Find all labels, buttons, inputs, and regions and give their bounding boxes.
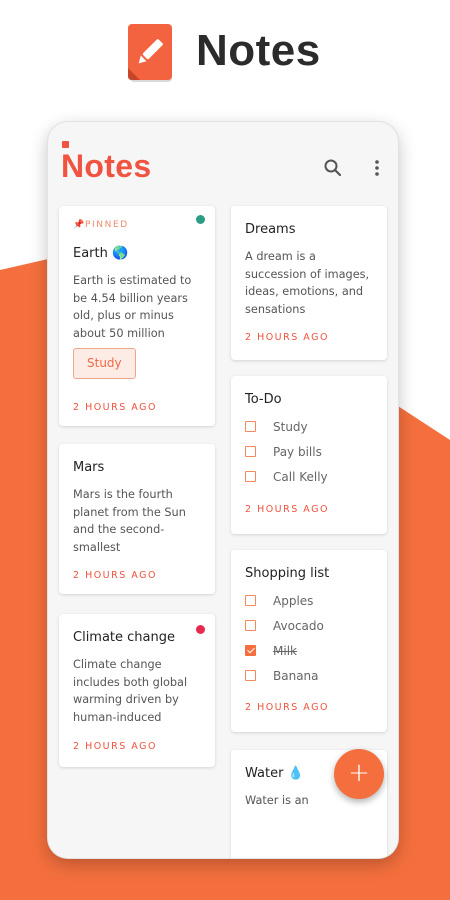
checkbox[interactable] <box>245 670 256 681</box>
note-title: Climate change <box>73 630 176 645</box>
note-title: Earth 🌎 <box>73 246 129 261</box>
checklist-item-label: Apples <box>273 593 314 608</box>
notes-app-logo-icon <box>128 24 172 82</box>
note-title: Shopping list <box>245 566 330 581</box>
note-card-climate-change[interactable]: Climate change Climate change includes b… <box>59 614 215 767</box>
checklist-item[interactable]: Study <box>245 414 328 439</box>
note-card-dreams[interactable]: Dreams A dream is a succession of images… <box>231 206 387 360</box>
brand-first-letter: N <box>61 141 85 184</box>
label-tag[interactable]: Study <box>73 348 136 379</box>
note-body: Earth is estimated to be 4.54 billion ye… <box>73 274 192 340</box>
note-time: 2 HOURS AGO <box>245 504 329 515</box>
search-icon[interactable] <box>321 156 345 180</box>
checkbox-checked[interactable] <box>245 645 256 656</box>
checkbox[interactable] <box>245 421 256 432</box>
note-body: Mars is the fourth planet from the Sun a… <box>73 488 186 554</box>
checkbox[interactable] <box>245 471 256 482</box>
checklist-item[interactable]: Pay bills <box>245 439 328 464</box>
checklist-item-label: Call Kelly <box>273 469 328 484</box>
checklist: Apples Avocado Milk Banana <box>245 588 324 688</box>
note-title: To-Do <box>245 392 282 407</box>
note-card-mars[interactable]: Mars Mars is the fourth planet from the … <box>59 444 215 594</box>
pinned-row: 📌PINNED <box>73 220 129 230</box>
checklist-item-label: Pay bills <box>273 444 322 459</box>
app-title: Notes <box>196 26 321 75</box>
checklist-item-label: Study <box>273 419 308 434</box>
checkbox[interactable] <box>245 620 256 631</box>
note-time: 2 HOURS AGO <box>245 702 329 713</box>
note-body: A dream is a succession of images, ideas… <box>245 250 370 316</box>
checklist-item-label: Banana <box>273 668 319 683</box>
color-dot <box>196 625 205 634</box>
checklist-item[interactable]: Apples <box>245 588 324 613</box>
checklist-item-label: Milk <box>273 643 297 658</box>
brand-rest: otes <box>84 148 152 184</box>
note-card-todo[interactable]: To-Do Study Pay bills Call Kelly 2 HOURS… <box>231 376 387 534</box>
checklist-item[interactable]: Banana <box>245 663 324 688</box>
phone-screen: Notes 📌PINNED Earth 🌎 Earth is estimated… <box>48 122 398 858</box>
checkbox[interactable] <box>245 595 256 606</box>
checklist-item-label: Avocado <box>273 618 324 633</box>
note-time: 2 HOURS AGO <box>73 741 157 752</box>
note-body: Climate change includes both global warm… <box>73 658 188 724</box>
more-vert-icon[interactable] <box>365 156 389 180</box>
checklist-item[interactable]: Avocado <box>245 613 324 638</box>
add-note-button[interactable]: + <box>334 749 384 799</box>
checklist-item[interactable]: Milk <box>245 638 324 663</box>
pin-icon: 📌 <box>73 220 86 230</box>
note-title: Mars <box>73 460 105 475</box>
app-toolbar: Notes <box>48 122 398 198</box>
pinned-label: PINNED <box>85 220 129 230</box>
checklist-item[interactable]: Call Kelly <box>245 464 328 489</box>
note-title: Dreams <box>245 222 296 237</box>
note-title: Water 💧 <box>245 766 304 781</box>
color-dot <box>196 215 205 224</box>
brand-logo: Notes <box>61 141 152 185</box>
checklist: Study Pay bills Call Kelly <box>245 414 328 489</box>
note-card-earth[interactable]: 📌PINNED Earth 🌎 Earth is estimated to be… <box>59 206 215 426</box>
checkbox[interactable] <box>245 446 256 457</box>
note-time: 2 HOURS AGO <box>73 402 157 413</box>
note-time: 2 HOURS AGO <box>73 570 157 581</box>
store-header: Notes <box>0 0 450 110</box>
note-time: 2 HOURS AGO <box>245 332 329 343</box>
note-card-shopping-list[interactable]: Shopping list Apples Avocado Milk Banana… <box>231 550 387 732</box>
